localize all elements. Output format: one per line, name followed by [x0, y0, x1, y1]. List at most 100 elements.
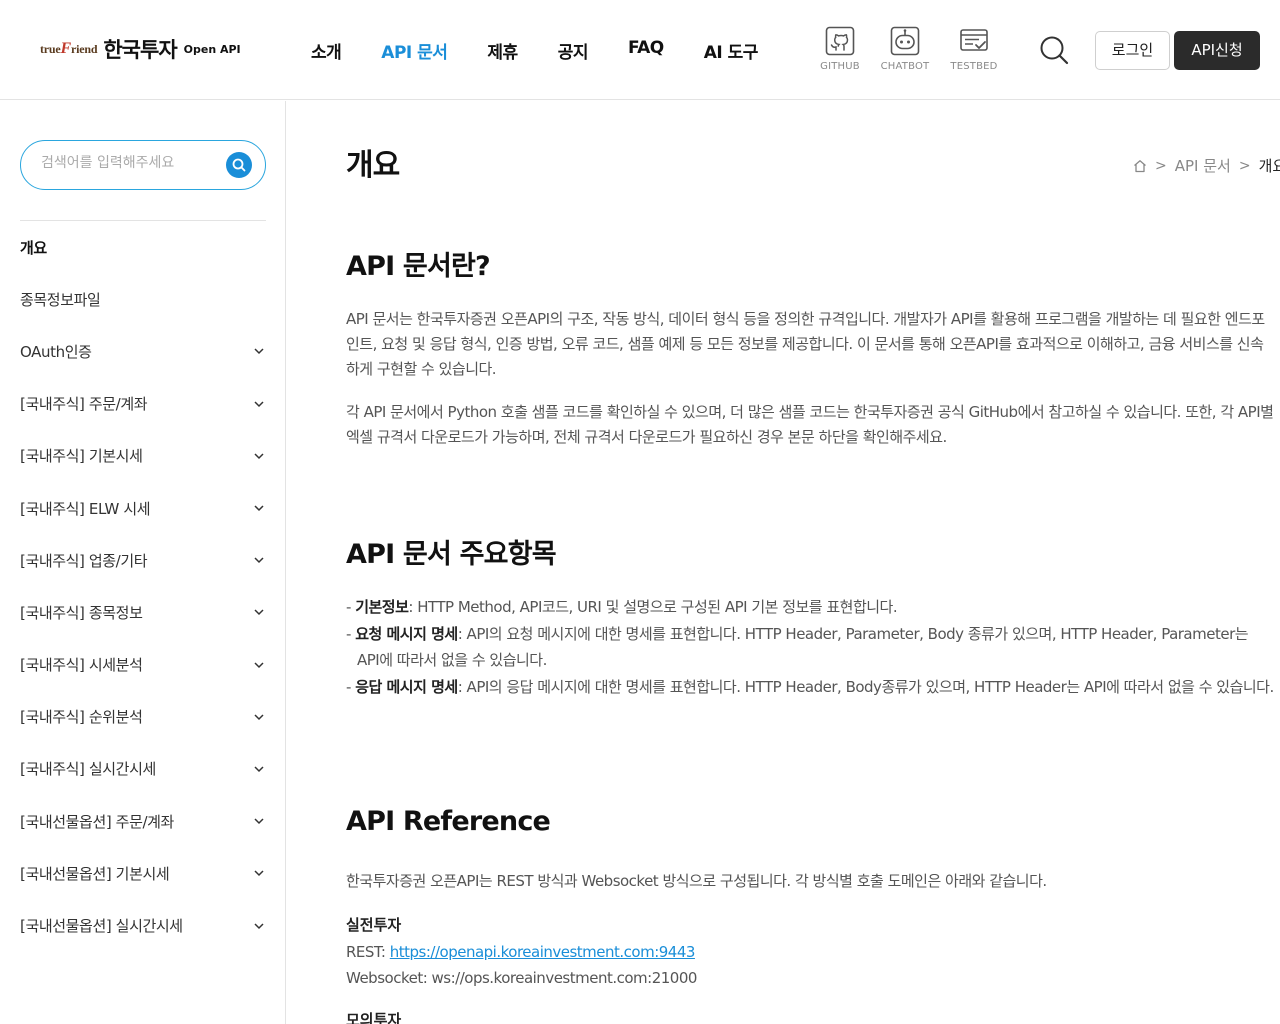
list-item-term: 요청 메시지 명세	[355, 624, 458, 643]
sidebar-menu: 개요 종목정보파일 OAuth인증 [국내주식] 주문/계좌 [국내주식] 기본…	[20, 221, 266, 952]
sidebar-item-domestic-stock-order[interactable]: [국내주식] 주문/계좌	[20, 378, 266, 430]
chevron-down-icon	[254, 818, 264, 825]
sidebar-item-label: [국내주식] 주문/계좌	[20, 395, 148, 414]
list-item: - 응답 메시지 명세: API의 응답 메시지에 대한 명세를 표현합니다. …	[346, 677, 1275, 696]
chatbot-link[interactable]: CHATBOT	[873, 26, 937, 72]
nav-ai-tools[interactable]: AI 도구	[704, 38, 759, 63]
rest-domain-link[interactable]: https://openapi.koreainvestment.com:9443	[390, 943, 696, 961]
chatbot-label: CHATBOT	[880, 61, 930, 72]
list-item: - 기본정보: HTTP Method, API코드, URI 및 설명으로 구…	[346, 598, 898, 616]
sidebar-item-stock-info-file[interactable]: 종목정보파일	[20, 273, 266, 325]
breadcrumb: > API 문서 > 개요	[1133, 155, 1280, 176]
testbed-label: TESTBED	[950, 61, 998, 72]
sidebar-item-domestic-futures-quote[interactable]: [국내선물옵션] 기본시세	[20, 847, 266, 899]
sidebar-item-domestic-stock-info[interactable]: [국내주식] 종목정보	[20, 586, 266, 638]
chevron-down-icon	[254, 662, 264, 668]
chatbot-icon	[890, 26, 920, 56]
sidebar-search	[20, 140, 266, 190]
github-link[interactable]: GITHUB	[808, 26, 872, 72]
sidebar-item-label: [국내선물옵션] 기본시세	[20, 864, 170, 883]
sidebar-item-label: [국내선물옵션] 실시간시세	[20, 917, 183, 936]
nav-api-docs[interactable]: API 문서	[381, 38, 448, 63]
page-title: 개요	[346, 148, 400, 183]
logo-open-api: Open API	[183, 42, 241, 56]
home-icon[interactable]	[1133, 159, 1147, 173]
breadcrumb-section[interactable]: API 문서	[1175, 155, 1231, 176]
sidebar-item-domestic-stock-quote[interactable]: [국내주식] 기본시세	[20, 430, 266, 482]
section-paragraph: 한국투자증권 오픈API는 REST 방식과 Websocket 방식으로 구성…	[346, 872, 1047, 890]
main-nav: 소개 API 문서 제휴 공지 FAQ AI 도구	[311, 38, 798, 63]
testbed-link[interactable]: TESTBED	[942, 26, 1006, 72]
sidebar-item-label: [국내주식] 업종/기타	[20, 551, 148, 570]
sidebar-item-domestic-futures-order[interactable]: [국내선물옵션] 주문/계좌	[20, 795, 266, 847]
mock-trading-heading: 모의투자	[346, 1011, 402, 1024]
site-logo[interactable]: trueFriend 한국투자 Open API	[40, 34, 241, 64]
list-item-desc: : API의 요청 메시지에 대한 명세를 표현합니다. HTTP Header…	[357, 624, 1249, 670]
sidebar-item-domestic-stock-elw[interactable]: [국내주식] ELW 시세	[20, 482, 266, 534]
api-apply-button[interactable]: API신청	[1174, 31, 1260, 70]
section-heading-main-items: API 문서 주요항목	[346, 539, 557, 570]
sidebar-item-label: OAuth인증	[20, 342, 92, 361]
real-trading-heading: 실전투자	[346, 916, 402, 934]
sidebar-item-label: 종목정보파일	[20, 290, 101, 309]
section-heading-api-reference: API Reference	[346, 806, 551, 837]
breadcrumb-separator: >	[1238, 157, 1251, 174]
sidebar-item-domestic-stock-analysis[interactable]: [국내주식] 시세분석	[20, 639, 266, 691]
sidebar-item-oauth[interactable]: OAuth인증	[20, 325, 266, 377]
sidebar-item-domestic-stock-realtime[interactable]: [국내주식] 실시간시세	[20, 743, 266, 795]
list-item-term: 응답 메시지 명세	[355, 677, 458, 696]
rest-domain-line: REST: https://openapi.koreainvestment.co…	[346, 940, 1274, 965]
site-header: trueFriend 한국투자 Open API 소개 API 문서 제휴 공지…	[0, 0, 1280, 100]
github-icon	[825, 26, 855, 56]
chevron-down-icon	[254, 401, 264, 407]
chevron-down-icon	[254, 766, 264, 773]
chevron-down-icon	[254, 348, 264, 355]
nav-partnership[interactable]: 제휴	[487, 38, 518, 63]
section-paragraph: 각 API 문서에서 Python 호출 샘플 코드를 확인하실 수 있으며, …	[346, 403, 1274, 446]
sidebar-item-label: [국내주식] 실시간시세	[20, 760, 156, 779]
search-icon	[232, 158, 246, 172]
sidebar: 개요 종목정보파일 OAuth인증 [국내주식] 주문/계좌 [국내주식] 기본…	[0, 101, 286, 1024]
nav-intro[interactable]: 소개	[311, 38, 342, 63]
breadcrumb-current: 개요	[1258, 157, 1280, 175]
sidebar-item-label: [국내주식] 기본시세	[20, 447, 143, 466]
main-items-list: - 기본정보: HTTP Method, API코드, URI 및 설명으로 구…	[346, 594, 1274, 700]
list-item-desc: : API의 응답 메시지에 대한 명세를 표현합니다. HTTP Header…	[457, 677, 1275, 696]
sidebar-item-label: [국내선물옵션] 주문/계좌	[20, 812, 174, 831]
sidebar-item-domestic-stock-sector[interactable]: [국내주식] 업종/기타	[20, 534, 266, 586]
list-item: - 요청 메시지 명세: API의 요청 메시지에 대한 명세를 표현합니다. …	[346, 624, 1249, 670]
nav-notice[interactable]: 공지	[558, 38, 589, 63]
logo-truefriend: trueFriend	[40, 40, 98, 57]
sidebar-item-label: [국내주식] 종목정보	[20, 603, 143, 622]
section-heading-api-docs: API 문서란?	[346, 251, 491, 282]
chevron-down-icon	[254, 714, 264, 720]
chevron-down-icon	[254, 505, 264, 512]
sidebar-item-label: [국내주식] 순위분석	[20, 708, 143, 727]
sidebar-search-input[interactable]	[41, 155, 221, 171]
sidebar-item-label: 개요	[20, 238, 47, 257]
github-label: GITHUB	[820, 61, 860, 72]
sidebar-item-domestic-futures-realtime[interactable]: [국내선물옵션] 실시간시세	[20, 899, 266, 951]
search-icon	[1040, 36, 1069, 65]
header-search-button[interactable]	[1038, 34, 1070, 66]
section-paragraph: API 문서는 한국투자증권 오픈API의 구조, 작동 방식, 데이터 형식 …	[346, 310, 1265, 378]
testbed-icon	[960, 29, 988, 51]
chevron-down-icon	[254, 609, 264, 616]
nav-faq[interactable]: FAQ	[628, 38, 664, 63]
sidebar-item-label: [국내주식] ELW 시세	[20, 499, 151, 518]
breadcrumb-separator: >	[1155, 157, 1167, 174]
list-item-term: 기본정보	[355, 598, 409, 616]
login-button[interactable]: 로그인	[1095, 31, 1170, 70]
rest-domain-label: REST:	[346, 943, 390, 961]
chevron-down-icon	[254, 923, 264, 929]
websocket-domain-line: Websocket: ws://ops.koreainvestment.com:…	[346, 969, 697, 987]
chevron-down-icon	[254, 453, 264, 459]
list-item-desc: : HTTP Method, API코드, URI 및 설명으로 구성된 API…	[408, 598, 898, 616]
sidebar-search-button[interactable]	[226, 152, 252, 178]
sidebar-item-overview[interactable]: 개요	[20, 221, 266, 273]
sidebar-item-domestic-stock-ranking[interactable]: [국내주식] 순위분석	[20, 691, 266, 743]
chevron-down-icon	[254, 557, 264, 564]
sidebar-item-label: [국내주식] 시세분석	[20, 656, 143, 675]
logo-brand-ko: 한국투자	[103, 38, 177, 62]
chevron-down-icon	[254, 870, 264, 877]
